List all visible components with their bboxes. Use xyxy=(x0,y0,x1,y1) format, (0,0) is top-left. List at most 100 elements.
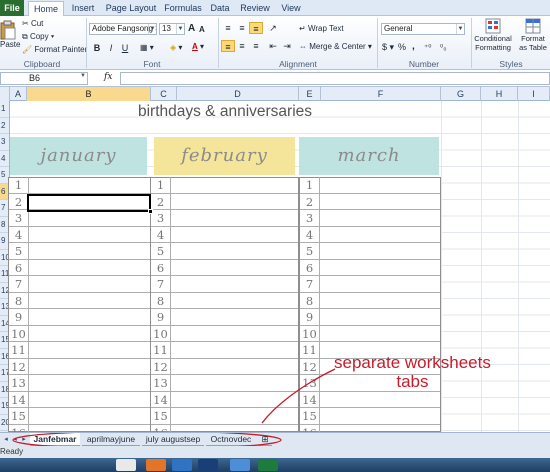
copy-button[interactable]: ⧉ Copy ▾ xyxy=(22,31,54,42)
list-row[interactable]: 15 xyxy=(9,408,150,425)
list-row[interactable]: 6 xyxy=(9,259,150,276)
wrap-text-button[interactable]: ↵ Wrap Text xyxy=(299,23,344,34)
column-header-h[interactable]: H xyxy=(481,87,518,101)
align-left-button[interactable]: ≡ xyxy=(221,40,235,52)
align-middle-button[interactable]: ≡ xyxy=(235,22,249,34)
tab-review[interactable]: Review xyxy=(236,1,274,16)
column-header-e[interactable]: E xyxy=(299,87,321,101)
cut-button[interactable]: ✂ Cut xyxy=(22,18,43,29)
photoshop-icon[interactable] xyxy=(198,459,218,471)
list-row[interactable]: 3 xyxy=(151,210,298,227)
list-row[interactable]: 8 xyxy=(300,292,440,309)
chevron-down-icon[interactable]: ▼ xyxy=(148,24,156,34)
tab-formulas[interactable]: Formulas xyxy=(160,1,206,16)
format-painter-button[interactable]: 🖌 Format Painter xyxy=(22,44,87,55)
list-row[interactable]: 10 xyxy=(9,325,150,342)
increase-decimal-button[interactable]: ⁺⁰ xyxy=(424,42,431,53)
list-row[interactable]: 2 xyxy=(151,193,298,210)
font-size-select[interactable]: 13 ▼ xyxy=(159,23,185,35)
column-header-c[interactable]: C xyxy=(151,87,177,101)
list-row[interactable]: 1 xyxy=(151,177,298,194)
list-row[interactable]: 12 xyxy=(9,358,150,375)
insert-function-button[interactable]: fx xyxy=(104,72,112,82)
app-icon[interactable] xyxy=(230,459,250,471)
list-row[interactable]: 4 xyxy=(151,226,298,243)
list-row[interactable]: 14 xyxy=(9,391,150,408)
firefox-icon[interactable] xyxy=(146,459,166,471)
orientation-button[interactable]: ↗ xyxy=(266,22,280,34)
formula-input[interactable] xyxy=(120,72,550,85)
chevron-down-icon[interactable]: ▼ xyxy=(176,24,184,34)
name-box[interactable]: B6 xyxy=(0,72,88,85)
list-row[interactable]: 3 xyxy=(300,210,440,227)
borders-button[interactable]: ▦ ▾ xyxy=(140,42,154,53)
select-all-button[interactable] xyxy=(0,87,10,101)
tab-insert[interactable]: Insert xyxy=(66,1,100,16)
list-row[interactable]: 16 xyxy=(9,424,150,432)
align-right-button[interactable]: ≡ xyxy=(249,40,263,52)
excel-icon[interactable] xyxy=(258,459,278,471)
shrink-font-button[interactable]: A xyxy=(199,24,205,35)
list-row[interactable]: 5 xyxy=(9,243,150,260)
align-center-button[interactable]: ≡ xyxy=(235,40,249,52)
tab-view[interactable]: View xyxy=(276,1,306,16)
comma-button[interactable]: , xyxy=(412,41,415,52)
windows-media-icon[interactable] xyxy=(172,459,192,471)
format-as-table-button[interactable]: Format as Table xyxy=(516,18,550,52)
list-row[interactable]: 5 xyxy=(300,243,440,260)
list-row[interactable]: 4 xyxy=(9,226,150,243)
explorer-icon[interactable] xyxy=(116,459,136,471)
decrease-decimal-button[interactable]: ⁰₀ xyxy=(440,42,447,53)
bold-button[interactable]: B xyxy=(90,42,104,54)
list-row[interactable]: 11 xyxy=(151,342,298,359)
list-row[interactable]: 7 xyxy=(9,276,150,293)
tab-file[interactable]: File xyxy=(0,0,24,16)
align-bottom-button[interactable]: ≡ xyxy=(249,22,263,34)
row-header[interactable]: 1 xyxy=(0,101,9,118)
font-name-select[interactable]: Adobe Fangsong S ▼ xyxy=(89,23,157,35)
tab-page-layout[interactable]: Page Layout xyxy=(102,1,160,16)
list-row[interactable]: 7 xyxy=(300,276,440,293)
list-row[interactable]: 9 xyxy=(300,309,440,326)
list-row[interactable]: 8 xyxy=(9,292,150,309)
column-header-d[interactable]: D xyxy=(177,87,299,101)
column-header-b[interactable]: B xyxy=(27,87,151,101)
column-header-f[interactable]: F xyxy=(321,87,441,101)
tab-home[interactable]: Home xyxy=(28,1,64,17)
list-row[interactable]: 9 xyxy=(9,309,150,326)
align-top-button[interactable]: ≡ xyxy=(221,22,235,34)
list-row[interactable]: 5 xyxy=(151,243,298,260)
list-row[interactable]: 16 xyxy=(151,424,298,432)
worksheet-grid[interactable]: 1 2 3 4 5 6 7 8 9 10 11 12 13 14 15 16 17 18 19 20 birthday… xyxy=(0,101,550,432)
currency-button[interactable]: $ ▾ xyxy=(382,42,394,53)
italic-button[interactable]: I xyxy=(104,42,118,54)
list-row[interactable]: 4 xyxy=(300,226,440,243)
list-row[interactable]: 13 xyxy=(9,375,150,392)
row-header[interactable]: 3 xyxy=(0,134,9,151)
list-row[interactable]: 3 xyxy=(9,210,150,227)
chevron-down-icon[interactable]: ▼ xyxy=(80,73,86,79)
font-color-button[interactable]: A ▾ xyxy=(192,41,204,52)
list-row[interactable]: 7 xyxy=(151,276,298,293)
list-row[interactable]: 14 xyxy=(300,391,440,408)
list-row[interactable]: 14 xyxy=(151,391,298,408)
list-row[interactable]: 15 xyxy=(151,408,298,425)
column-header-g[interactable]: G xyxy=(441,87,481,101)
list-row[interactable]: 1 xyxy=(9,177,150,194)
chevron-down-icon[interactable]: ▼ xyxy=(456,24,464,34)
merge-center-button[interactable]: ⇔ Merge & Center ▾ xyxy=(299,41,372,52)
row-header[interactable]: 4 xyxy=(0,151,9,167)
fill-handle[interactable] xyxy=(148,209,153,214)
tab-data[interactable]: Data xyxy=(206,1,234,16)
list-row[interactable]: 8 xyxy=(151,292,298,309)
list-row[interactable]: 6 xyxy=(300,259,440,276)
conditional-formatting-button[interactable]: Conditional Formatting xyxy=(472,18,514,52)
paste-button[interactable]: Paste xyxy=(0,20,20,54)
list-row[interactable]: 13 xyxy=(151,375,298,392)
list-row[interactable]: 11 xyxy=(9,342,150,359)
list-row[interactable]: 15 xyxy=(300,408,440,425)
list-row[interactable]: 12 xyxy=(151,358,298,375)
increase-indent-button[interactable]: ⇥ xyxy=(280,40,294,52)
list-row[interactable]: 1 xyxy=(300,177,440,194)
list-row[interactable]: 10 xyxy=(300,325,440,342)
